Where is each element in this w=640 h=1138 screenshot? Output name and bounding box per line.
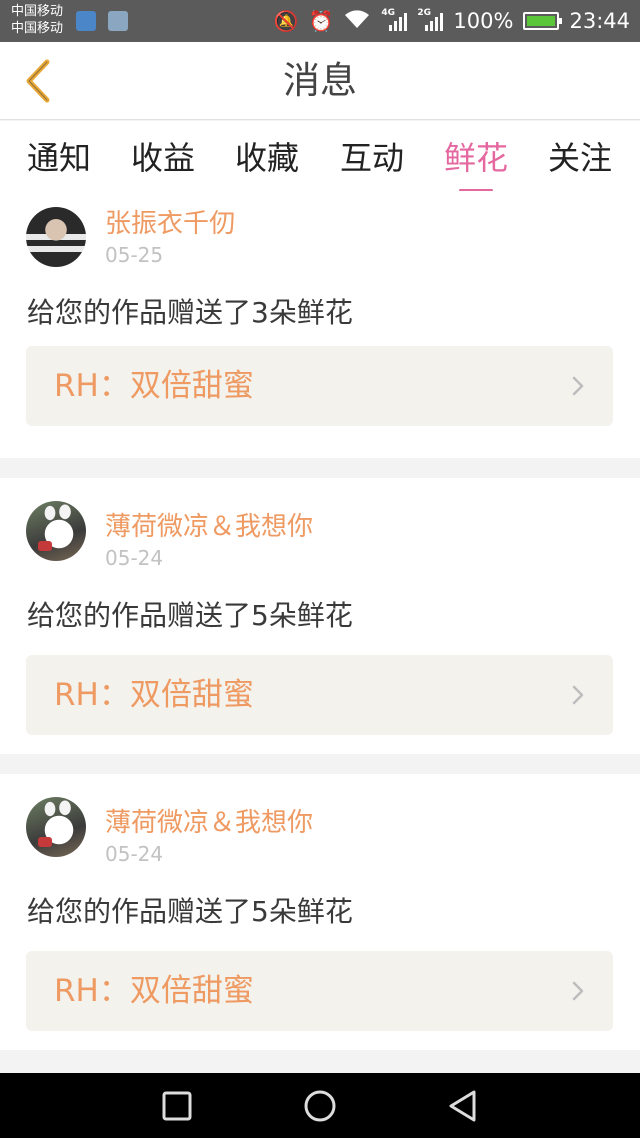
message-date: 05-24 bbox=[105, 546, 164, 570]
clock: 23:44 bbox=[569, 9, 630, 33]
work-link[interactable]: RH：双倍甜蜜 bbox=[26, 655, 613, 735]
back-button[interactable] bbox=[14, 56, 62, 106]
message-text: 给您的作品赠送了5朵鲜花 bbox=[27, 895, 353, 928]
message-text: 给您的作品赠送了5朵鲜花 bbox=[27, 599, 353, 632]
wifi-icon bbox=[343, 8, 371, 35]
tab-notice[interactable]: 通知 bbox=[14, 133, 104, 185]
recent-apps-icon[interactable] bbox=[160, 1089, 194, 1123]
sender-name[interactable]: 张振衣千仞 bbox=[105, 203, 235, 240]
work-link[interactable]: RH：双倍甜蜜 bbox=[26, 346, 613, 426]
message-date: 05-24 bbox=[105, 842, 164, 866]
page-title: 消息 bbox=[283, 59, 357, 102]
carrier-labels: 中国移动 中国移动 bbox=[11, 3, 63, 37]
message-text: 给您的作品赠送了3朵鲜花 bbox=[27, 296, 353, 329]
signal-2g-icon: 2G bbox=[417, 8, 444, 33]
message-card: 薄荷微凉＆我想你 05-24 给您的作品赠送了5朵鲜花 RH：双倍甜蜜 bbox=[0, 478, 640, 754]
mute-icon: 🔕 bbox=[273, 9, 299, 33]
carrier-1: 中国移动 bbox=[11, 4, 64, 19]
tab-label: 收藏 bbox=[234, 139, 299, 177]
back-icon[interactable] bbox=[446, 1089, 480, 1123]
sender-name[interactable]: 薄荷微凉＆我想你 bbox=[105, 506, 313, 543]
message-card: 薄荷微凉＆我想你 05-24 给您的作品赠送了5朵鲜花 RH：双倍甜蜜 bbox=[0, 774, 640, 1050]
notification-app-icon bbox=[76, 11, 96, 31]
chevron-right-icon bbox=[572, 981, 584, 1001]
work-link[interactable]: RH：双倍甜蜜 bbox=[26, 951, 613, 1031]
tab-follow[interactable]: 关注 bbox=[535, 133, 625, 185]
alarm-icon: ⏰ bbox=[308, 9, 334, 33]
work-title: RH：双倍甜蜜 bbox=[54, 677, 254, 713]
message-card: 张振衣千仞 05-25 给您的作品赠送了3朵鲜花 RH：双倍甜蜜 bbox=[0, 191, 640, 458]
home-icon[interactable] bbox=[303, 1089, 337, 1123]
battery-percent: 100% bbox=[453, 9, 514, 33]
tab-earnings[interactable]: 收益 bbox=[118, 133, 208, 185]
work-title: RH：双倍甜蜜 bbox=[54, 368, 254, 404]
tab-label: 互动 bbox=[339, 139, 404, 177]
status-bar: 中国移动 中国移动 🔕 ⏰ 4G 2G 100% 23:44 bbox=[0, 0, 640, 42]
avatar[interactable] bbox=[26, 207, 86, 267]
tab-flowers[interactable]: 鲜花 bbox=[431, 133, 521, 192]
work-title: RH：双倍甜蜜 bbox=[54, 973, 254, 1009]
chevron-right-icon bbox=[572, 685, 584, 705]
battery-icon bbox=[523, 12, 563, 30]
tab-favorites[interactable]: 收藏 bbox=[222, 133, 312, 185]
message-date: 05-25 bbox=[105, 243, 164, 267]
chevron-right-icon bbox=[572, 376, 584, 396]
avatar[interactable] bbox=[26, 797, 86, 857]
tab-label: 收益 bbox=[130, 139, 195, 177]
tab-interaction[interactable]: 互动 bbox=[327, 133, 417, 185]
tab-bar: 通知 收益 收藏 互动 鲜花 关注 bbox=[0, 121, 640, 192]
header: 消息 bbox=[0, 42, 640, 120]
chevron-left-icon bbox=[26, 59, 50, 103]
sender-name[interactable]: 薄荷微凉＆我想你 bbox=[105, 802, 313, 839]
tab-label: 关注 bbox=[547, 139, 612, 177]
system-nav-bar bbox=[0, 1073, 640, 1138]
tab-label: 通知 bbox=[26, 139, 91, 177]
avatar[interactable] bbox=[26, 501, 86, 561]
gallery-notification-icon bbox=[108, 11, 128, 31]
tab-label: 鲜花 bbox=[443, 139, 508, 177]
carrier-2: 中国移动 bbox=[11, 21, 64, 36]
signal-4g-icon: 4G bbox=[381, 8, 408, 33]
